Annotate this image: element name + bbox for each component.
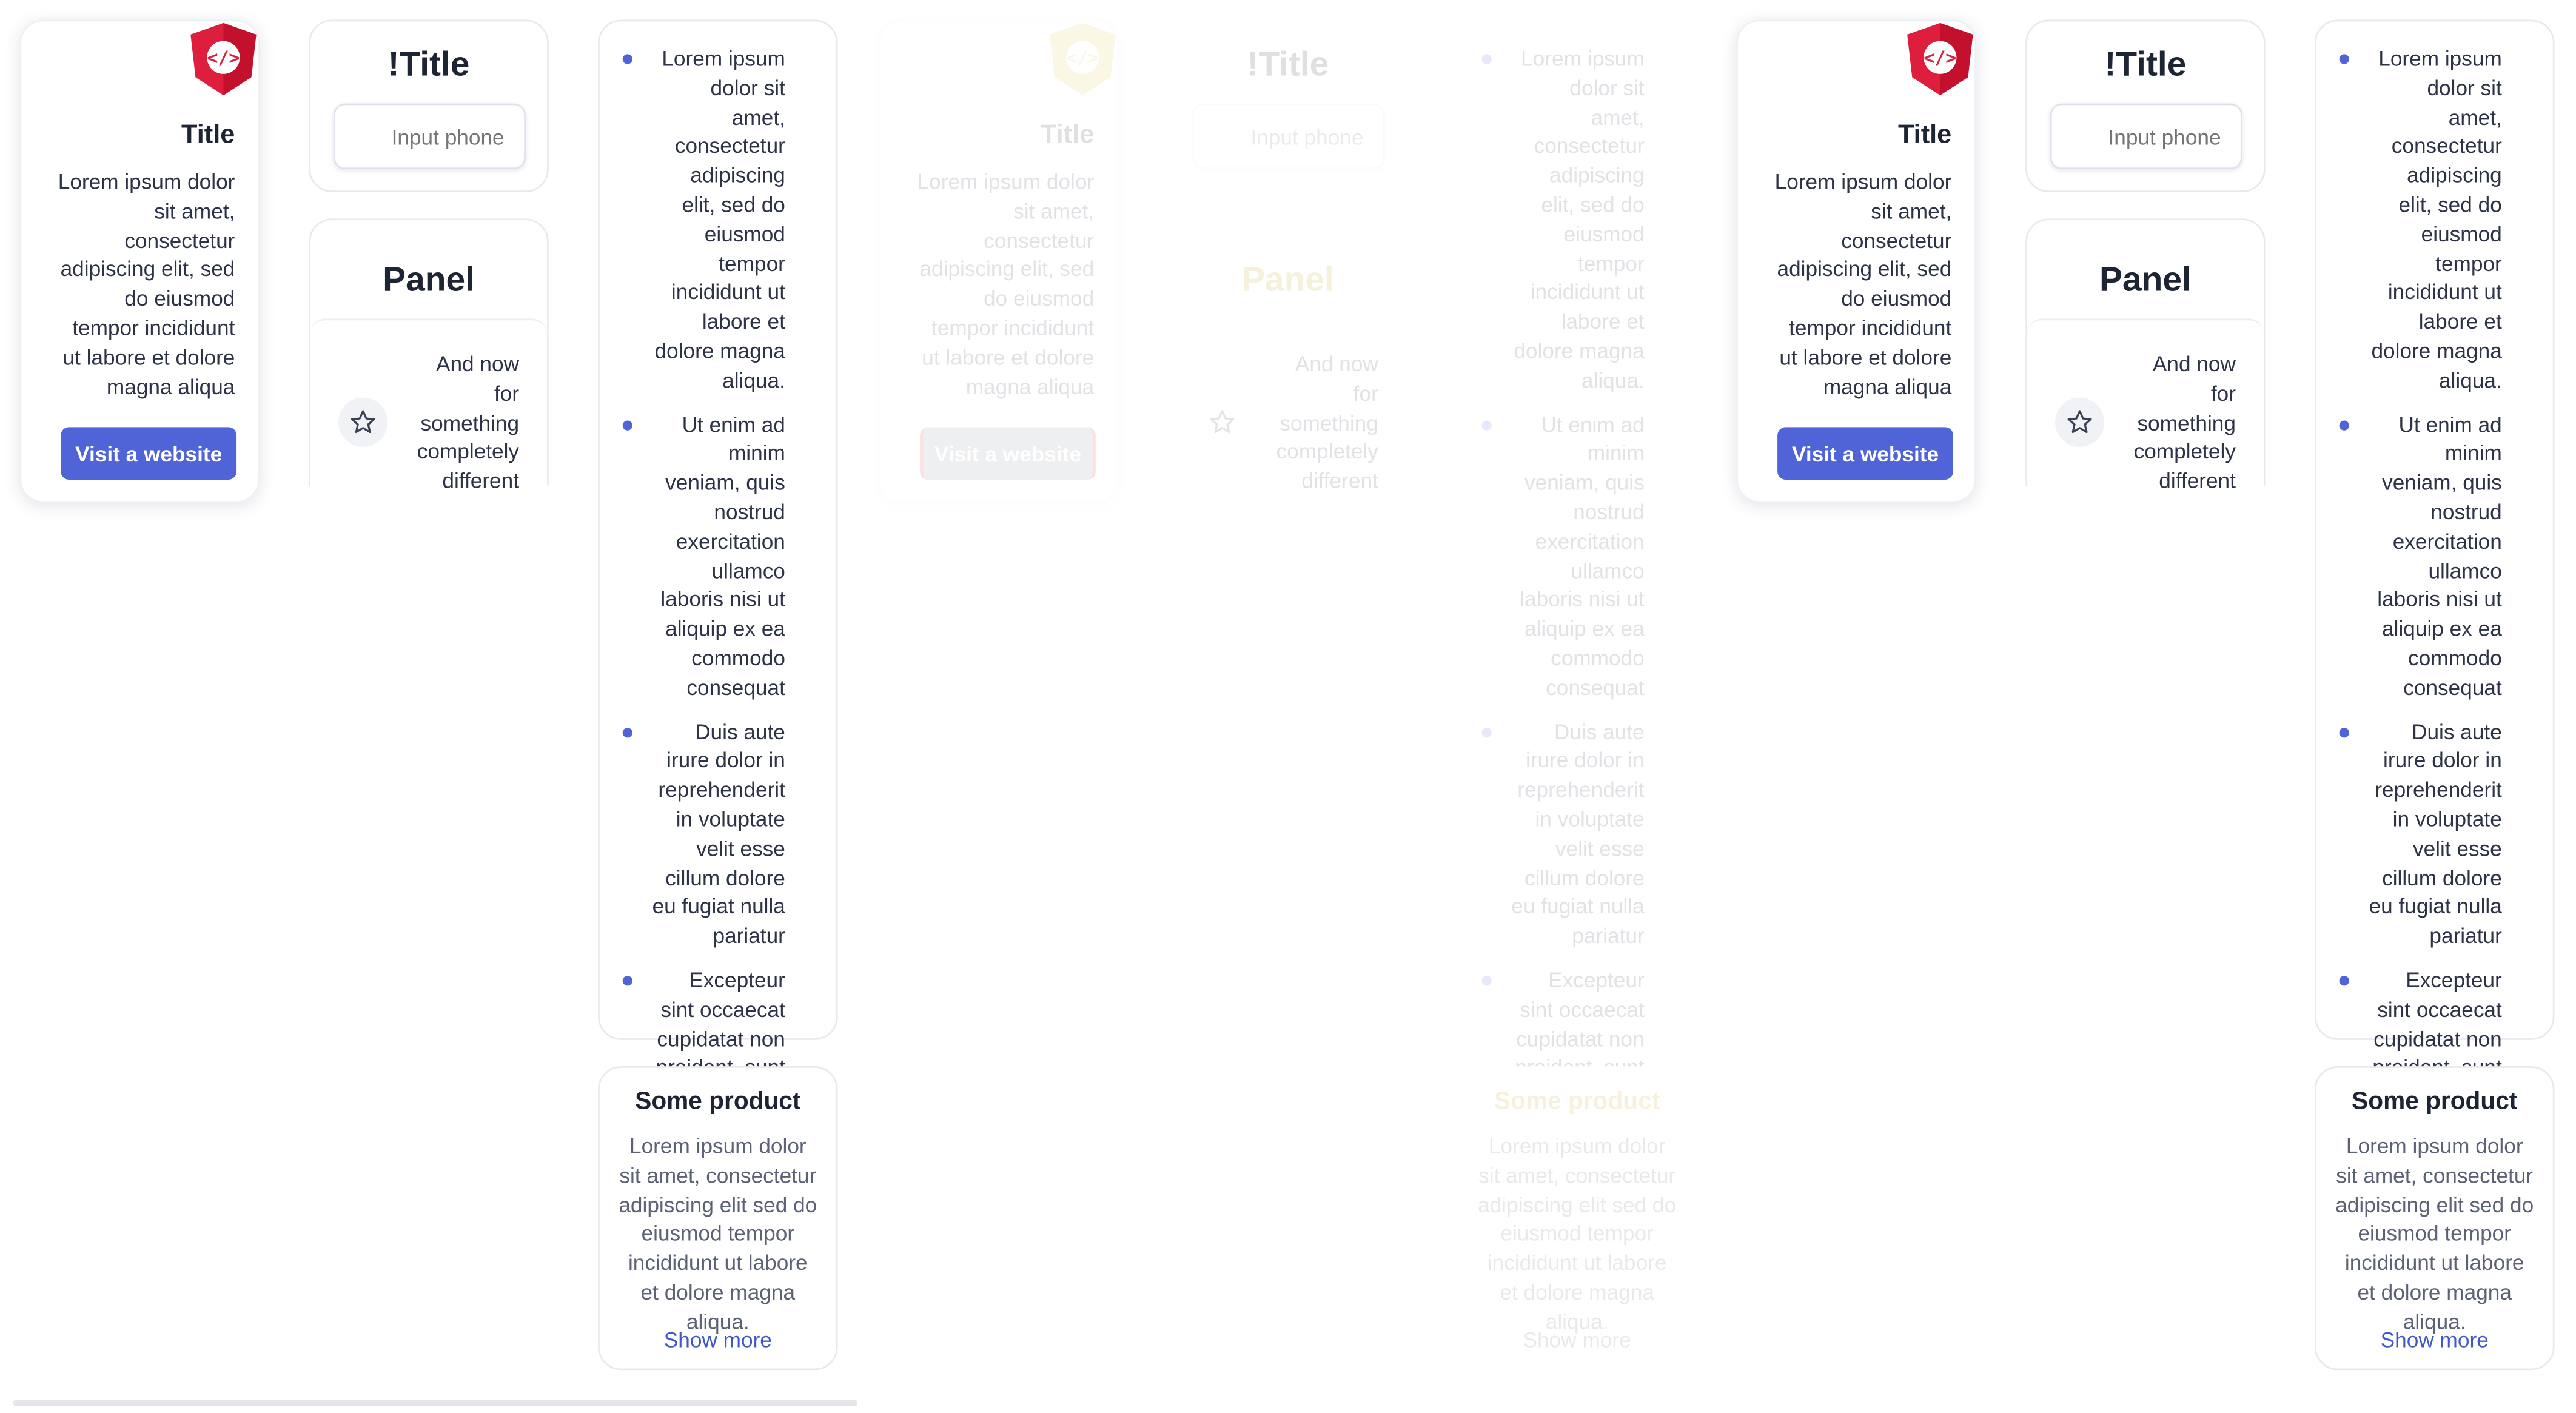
list-item: Lorem ipsum dolor sit amet, consectetur … [1481,44,1645,395]
bullet-icon [1481,975,1492,986]
logo-card-text: Lorem ipsum dolor sit amet, consectetur … [58,169,235,399]
list-card: Lorem ipsum dolor sit amet, consectetur … [598,19,838,1226]
bullet-icon [1481,727,1492,737]
show-more-link[interactable]: Show more [2316,1327,2553,1352]
svg-text:</>: </> [207,48,240,69]
bullet-icon [622,975,632,986]
panel-title: Panel [1241,261,1334,300]
logo-card: </> Title Lorem ipsum dolor sit amet, co… [879,19,1119,503]
list-item: Duis aute irure dolor in reprehenderit i… [622,717,785,952]
bullet-list: Lorem ipsum dolor sit amet, consectetur … [622,44,785,1244]
panel-divider [2027,318,2264,334]
card-group-secondary: </> Title Lorem ipsum dolor sit amet, co… [1717,0,2576,1413]
panel-text: And now for something completely differe… [417,351,520,494]
star-icon [2067,410,2092,434]
bullet-icon [622,420,632,430]
show-more-link[interactable]: Show more [600,1327,836,1352]
favorite-toggle[interactable] [2054,397,2105,447]
bullet-list: Lorem ipsum dolor sit amet, consectetur … [2339,44,2502,1244]
svg-text:</>: </> [1924,48,1956,69]
product-text: Lorem ipsum dolor sit amet, consectetur … [619,1133,817,1334]
list-card: Lorem ipsum dolor sit amet, consectetur … [2314,19,2555,1226]
list-item: Lorem ipsum dolor sit amet, consectetur … [622,44,785,395]
product-title: Some product [635,1087,801,1116]
bullet-icon [622,727,632,737]
star-icon [351,410,375,434]
code-shield-icon: </> [1907,22,1973,96]
logo-card-title: Title [1897,121,1952,150]
input-card-title: !Title [2104,45,2187,84]
logo-card: </> Title Lorem ipsum dolor sit amet, co… [1736,19,1976,503]
list-item: Duis aute irure dolor in reprehenderit i… [1481,717,1645,952]
product-card: Some product Lorem ipsum dolor sit amet,… [598,1066,838,1371]
favorite-toggle [1198,398,1247,447]
bullet-icon [2339,54,2349,64]
product-title: Some product [2352,1087,2518,1116]
phone-input[interactable] [2050,103,2242,170]
logo-card: </> Title Lorem ipsum dolor sit amet, co… [19,19,260,503]
list-item: Duis aute irure dolor in reprehenderit i… [2339,717,2502,952]
star-icon [1210,410,1235,434]
phone-input [1192,103,1385,170]
list-item: Ut enim ad minim veniam, quis nostrud ex… [2339,410,2502,702]
show-more-link: Show more [1523,1327,1631,1352]
favorite-toggle[interactable] [338,397,388,447]
visit-website-button: Visit a website [920,427,1096,480]
code-shield-icon: </> [190,22,257,96]
bullet-icon [1481,420,1492,430]
phone-input[interactable] [333,103,526,170]
visit-website-button[interactable]: Visit a website [61,427,237,480]
bullet-icon [1481,54,1492,64]
input-card: !Title [1168,19,1408,192]
bullet-icon [622,54,632,64]
input-card-title: !Title [387,45,470,84]
panel-text: And now for something completely differe… [2133,351,2236,494]
panel-card: Panel And now for something completely d… [2025,218,2266,493]
bullet-icon [2339,975,2349,986]
panel-title: Panel [383,261,475,300]
horizontal-scrollbar[interactable] [13,1400,858,1406]
bullet-icon [2339,727,2349,737]
product-card: Some product Lorem ipsum dolor sit amet,… [1457,1066,1697,1371]
input-card: !Title [2025,19,2266,192]
list-item: Ut enim ad minim veniam, quis nostrud ex… [622,410,785,702]
list-card: Lorem ipsum dolor sit amet, consectetur … [1457,19,1697,1226]
panel-divider [310,318,548,334]
bullet-list: Lorem ipsum dolor sit amet, consectetur … [1481,44,1645,1244]
product-title: Some product [1494,1087,1660,1116]
logo-card-title: Title [181,121,235,150]
code-shield-icon: </> [1050,22,1116,96]
product-text: Lorem ipsum dolor sit amet, consectetur … [2335,1133,2534,1334]
input-card-title: !Title [1247,45,1329,84]
logo-card-text: Lorem ipsum dolor sit amet, consectetur … [1774,169,1952,399]
panel-card: Panel And now for something completely d… [1168,218,1408,493]
list-item: Lorem ipsum dolor sit amet, consectetur … [2339,44,2502,395]
showcase-canvas: </> Title Lorem ipsum dolor sit amet, co… [0,0,2576,1413]
logo-card-text: Lorem ipsum dolor sit amet, consectetur … [917,169,1095,399]
svg-text:</>: </> [1066,48,1099,69]
panel-text: And now for something completely differe… [1276,351,1378,494]
panel-title: Panel [2099,261,2192,300]
product-card: Some product Lorem ipsum dolor sit amet,… [2314,1066,2555,1371]
bullet-icon [2339,420,2349,430]
panel-card: Panel And now for something completely d… [309,218,549,493]
input-card: !Title [309,19,549,192]
list-item: Ut enim ad minim veniam, quis nostrud ex… [1481,410,1645,702]
logo-card-title: Title [1040,121,1095,150]
product-text: Lorem ipsum dolor sit amet, consectetur … [1478,1133,1677,1334]
visit-website-button[interactable]: Visit a website [1777,427,1954,480]
